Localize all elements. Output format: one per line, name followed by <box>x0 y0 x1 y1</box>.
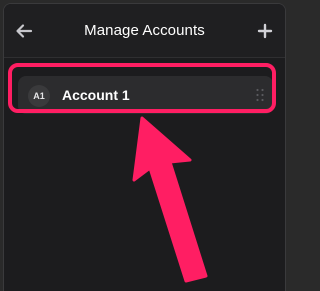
manage-accounts-panel: Manage Accounts A1 Account 1 <box>3 3 286 291</box>
drag-handle-icon[interactable] <box>255 87 265 103</box>
add-account-button[interactable] <box>255 21 275 41</box>
account-name: Account 1 <box>62 87 130 103</box>
avatar: A1 <box>28 85 50 107</box>
account-row[interactable]: A1 Account 1 <box>18 76 273 114</box>
plus-icon <box>257 23 273 39</box>
header: Manage Accounts <box>4 4 285 58</box>
page-title: Manage Accounts <box>84 22 205 39</box>
account-list: A1 Account 1 <box>4 58 285 291</box>
